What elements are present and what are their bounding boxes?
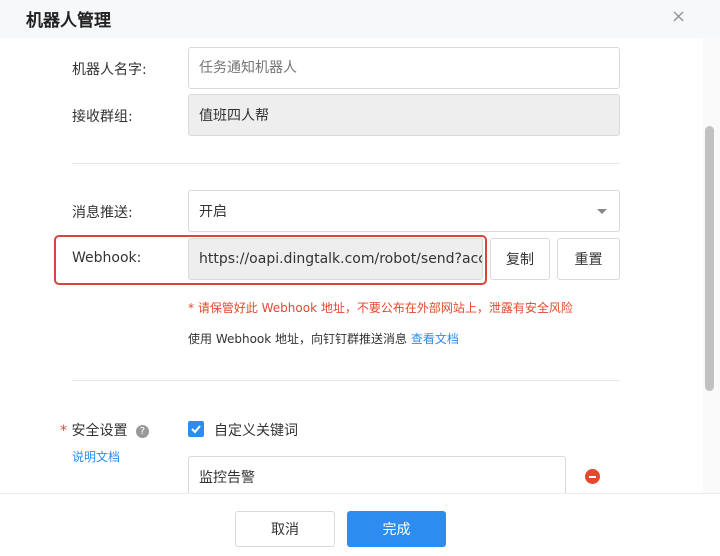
webhook-label: Webhook:	[72, 250, 142, 266]
webhook-field[interactable]: https://oapi.dingtalk.com/robot/send?acc…	[188, 238, 483, 280]
reset-button[interactable]: 重置	[557, 238, 620, 280]
required-mark: *	[60, 423, 67, 439]
keyword-input[interactable]: 监控告警	[188, 456, 566, 498]
custom-keyword-label: 自定义关键词	[214, 423, 298, 439]
security-label: 安全设置	[71, 423, 128, 439]
help-icon[interactable]: ?	[135, 425, 149, 438]
dialog-footer: 取消 完成	[0, 493, 720, 556]
robot-name-label: 机器人名字:	[72, 62, 147, 78]
robot-name-input[interactable]	[188, 47, 620, 89]
divider	[72, 380, 620, 381]
custom-keyword-checkbox[interactable]	[188, 421, 204, 437]
message-push-label: 消息推送:	[72, 205, 133, 221]
message-push-select[interactable]: 开启	[188, 190, 620, 232]
webhook-hint-text: 使用 Webhook 地址，向钉钉群推送消息	[188, 332, 408, 346]
check-icon	[191, 425, 201, 434]
chevron-down-icon	[597, 209, 607, 214]
cancel-button[interactable]: 取消	[235, 511, 335, 547]
security-doc-link[interactable]: 说明文档	[72, 448, 120, 465]
dialog-title: 机器人管理	[26, 11, 111, 31]
remove-icon[interactable]	[585, 469, 600, 484]
close-icon[interactable]: ×	[671, 6, 686, 27]
webhook-hint: 使用 Webhook 地址，向钉钉群推送消息 查看文档	[188, 330, 459, 347]
view-doc-link[interactable]: 查看文档	[411, 332, 459, 346]
webhook-warning: * 请保管好此 Webhook 地址，不要公布在外部网站上，泄露有安全风险	[188, 301, 573, 315]
copy-button[interactable]: 复制	[490, 238, 550, 280]
dialog-header: 机器人管理 ×	[0, 0, 720, 38]
scrollbar-thumb[interactable]	[705, 126, 714, 391]
done-button[interactable]: 完成	[347, 511, 446, 547]
divider	[72, 163, 620, 164]
message-push-value: 开启	[199, 204, 227, 220]
receive-group-field: 值班四人帮	[188, 94, 620, 136]
security-label-row: * 安全设置 ?	[60, 420, 149, 440]
receive-group-label: 接收群组:	[72, 109, 133, 125]
